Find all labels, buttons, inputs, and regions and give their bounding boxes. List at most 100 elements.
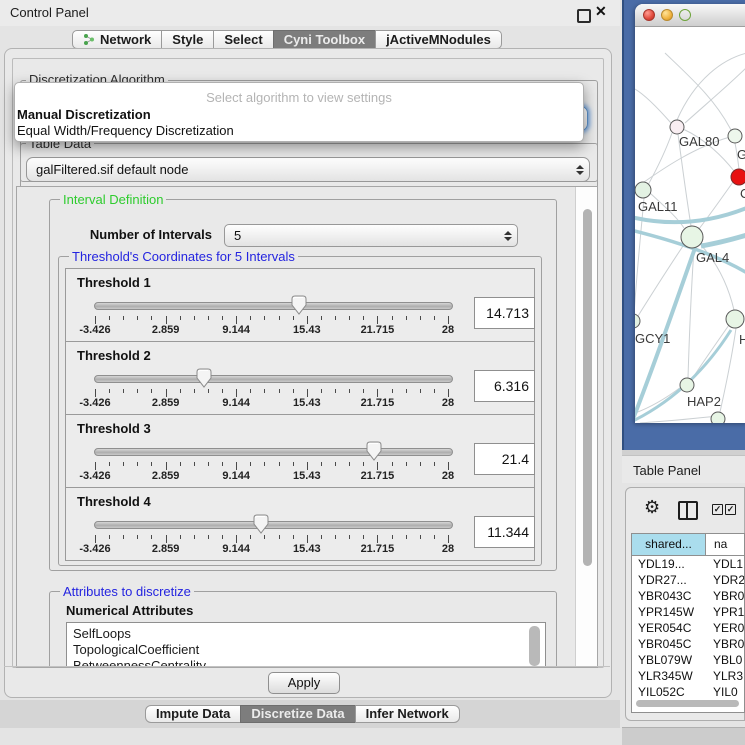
number-of-intervals-combobox[interactable]: 5 (224, 224, 518, 247)
network-node[interactable] (635, 314, 640, 328)
slider-tick (321, 462, 322, 466)
slider-tick (151, 462, 152, 466)
list-scrollbar[interactable] (529, 626, 540, 666)
slider-tick (335, 316, 336, 320)
slider-tick (264, 389, 265, 393)
table-header: shared... na (632, 534, 744, 556)
slider-tick (434, 389, 435, 393)
slider-tick (180, 316, 181, 320)
checkbox-icon[interactable]: ✓ (725, 504, 736, 515)
column-header-name[interactable]: na (706, 534, 744, 555)
zoom-traffic-light-icon[interactable] (679, 9, 691, 21)
network-node[interactable] (726, 310, 744, 328)
slider-tick (434, 535, 435, 539)
slider-track[interactable] (94, 521, 453, 529)
float-window-icon[interactable] (577, 9, 591, 23)
network-node[interactable] (728, 129, 742, 143)
tab-jactivemnodules[interactable]: jActiveMNodules (375, 30, 502, 49)
tab-cyni-toolbox[interactable]: Cyni Toolbox (273, 30, 376, 49)
network-node[interactable] (670, 120, 684, 134)
threshold-value-input[interactable]: 6.316 (474, 370, 535, 402)
threshold-slider[interactable]: -3.4262.8599.14415.4321.71528 (66, 269, 466, 341)
table-row[interactable]: YDR27...YDR2 (632, 572, 744, 588)
slider-tick (95, 316, 96, 324)
minimize-traffic-light-icon[interactable] (661, 9, 673, 21)
slider-thumb[interactable] (291, 295, 307, 315)
bottom-tab-infer-network[interactable]: Infer Network (355, 705, 460, 723)
slider-scale-label: 28 (442, 397, 454, 409)
slider-tick (250, 316, 251, 320)
network-node[interactable] (681, 226, 703, 248)
close-traffic-light-icon[interactable] (643, 9, 655, 21)
threshold-slider[interactable]: -3.4262.8599.14415.4321.71528 (66, 488, 466, 560)
tab-select[interactable]: Select (213, 30, 273, 49)
network-node[interactable] (635, 182, 651, 198)
table-row[interactable]: YDL19...YDL1 (632, 556, 744, 572)
slider-tick (151, 535, 152, 539)
close-icon[interactable]: ✕ (595, 3, 607, 20)
network-node[interactable] (731, 169, 745, 185)
table-panel-titlebar: Table Panel (622, 455, 745, 483)
table-panel-footer (622, 727, 745, 745)
cell-name: YIL0 (706, 684, 744, 700)
network-window-frame[interactable]: GAL80GACGAL11GAL4GCY1HHAP2 (622, 0, 745, 450)
cyni-bottom-tabs: Impute DataDiscretize DataInfer Network (145, 705, 460, 723)
slider-thumb[interactable] (366, 441, 382, 461)
cell-shared-name: YBR045C (632, 636, 706, 652)
dropdown-hint: Select algorithm to view settings (15, 90, 583, 105)
slider-tick (151, 389, 152, 393)
table-hscrollbar-thumb[interactable] (636, 700, 739, 707)
cell-name: YLR3 (706, 668, 744, 684)
table-row[interactable]: YBR043CYBR0 (632, 588, 744, 604)
slider-tick (222, 389, 223, 393)
table-row[interactable]: YBL079WYBL0 (632, 652, 744, 668)
slider-tick (377, 316, 378, 324)
slider-scale-label: 9.144 (222, 324, 250, 336)
bottom-tab-impute-data[interactable]: Impute Data (145, 705, 241, 723)
algorithm-option[interactable]: Manual Discretization (17, 107, 151, 122)
apply-button[interactable]: Apply (268, 672, 340, 694)
slider-tick (363, 316, 364, 320)
column-header-shared-name[interactable]: shared... (632, 534, 706, 555)
slider-scale-label: 15.43 (293, 470, 321, 482)
network-window-titlebar[interactable] (635, 4, 745, 27)
network-node[interactable] (711, 412, 725, 423)
slider-tick (151, 316, 152, 320)
checkbox-icon[interactable]: ✓ (712, 504, 723, 515)
table-row[interactable]: YPR145WYPR1 (632, 604, 744, 620)
slider-tick (109, 535, 110, 539)
slider-tick (236, 535, 237, 543)
columns-icon[interactable] (678, 501, 698, 520)
slider-track[interactable] (94, 448, 453, 456)
algorithm-option[interactable]: Equal Width/Frequency Discretization (17, 123, 234, 138)
threshold-value-input[interactable]: 11.344 (474, 516, 535, 548)
attribute-list-item[interactable]: TopologicalCoefficient (67, 642, 545, 658)
table-row[interactable]: YIL052CYIL0 (632, 684, 744, 700)
tab-network[interactable]: Network (72, 30, 162, 49)
slider-track[interactable] (94, 302, 453, 310)
attribute-list-item[interactable]: SelfLoops (67, 626, 545, 642)
table-row[interactable]: YBR045CYBR0 (632, 636, 744, 652)
tab-style[interactable]: Style (161, 30, 214, 49)
slider-tick (180, 389, 181, 393)
slider-thumb[interactable] (253, 514, 269, 534)
network-canvas[interactable]: GAL80GACGAL11GAL4GCY1HHAP2 (635, 27, 745, 423)
slider-thumb[interactable] (196, 368, 212, 388)
slider-track[interactable] (94, 375, 453, 383)
viewport-scrollbar[interactable] (575, 187, 598, 667)
threshold-slider[interactable]: -3.4262.8599.14415.4321.71528 (66, 415, 466, 487)
network-node[interactable] (680, 378, 694, 392)
threshold-value-input[interactable]: 14.713 (474, 297, 535, 329)
tab-label: Style (172, 31, 203, 48)
threshold-slider[interactable]: -3.4262.8599.14415.4321.71528 (66, 342, 466, 414)
table-data-combobox[interactable]: galFiltered.sif default node (26, 157, 590, 182)
bottom-tab-discretize-data[interactable]: Discretize Data (240, 705, 355, 723)
threshold-value-input[interactable]: 21.4 (474, 443, 535, 475)
slider-tick (307, 462, 308, 470)
gear-icon[interactable]: ⚙ (644, 498, 660, 516)
numerical-attributes-list[interactable]: SelfLoopsTopologicalCoefficientBetweenne… (66, 622, 546, 668)
table-row[interactable]: YLR345WYLR3 (632, 668, 744, 684)
viewport-scrollbar-thumb[interactable] (583, 209, 592, 566)
slider-tick (180, 535, 181, 539)
table-row[interactable]: YER054CYER0 (632, 620, 744, 636)
